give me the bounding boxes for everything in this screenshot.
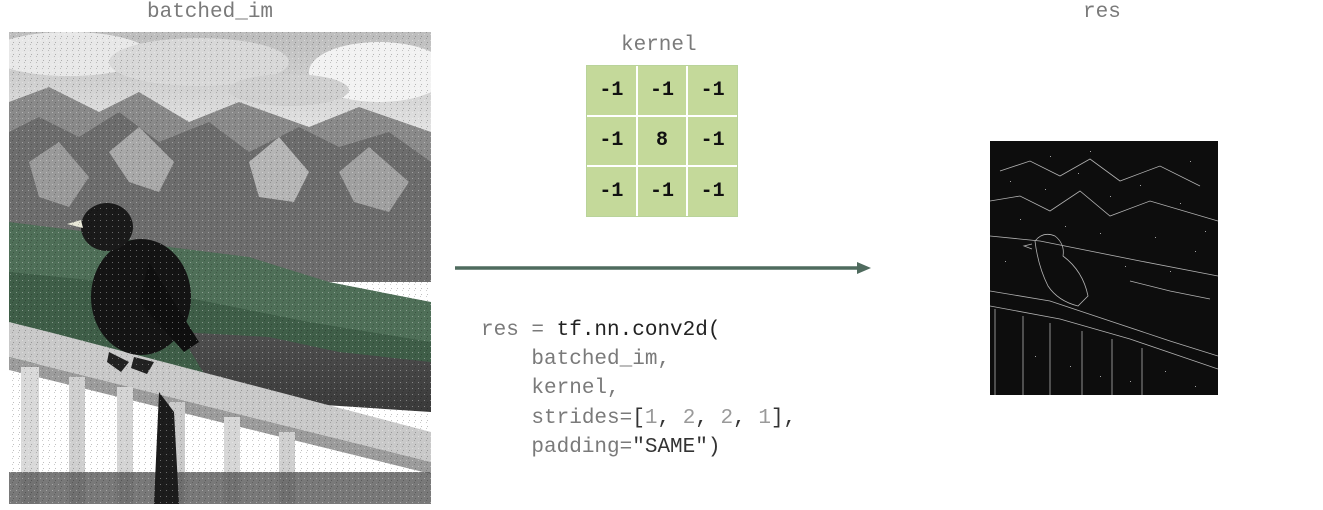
code-assign-op: = [518, 319, 557, 342]
code-arg-kernel: kernel, [531, 377, 620, 401]
code-bracket-open: [ [632, 406, 645, 430]
input-image-title: batched_im [147, 1, 274, 24]
code-result-var: res [481, 319, 519, 342]
code-stride-value: 2 [720, 406, 734, 430]
code-arg-input: batched_im, [531, 348, 671, 372]
code-function-call: tf.nn.conv2d( [556, 319, 721, 342]
code-line-5: padding="SAME") [481, 436, 720, 459]
kernel-cell-center: 8 [637, 116, 687, 166]
right-arrow-icon [455, 262, 871, 274]
kernel-matrix: -1 -1 -1 -1 8 -1 -1 -1 -1 [586, 65, 738, 217]
code-snippet: res = tf.nn.conv2d( batched_im, kernel, … [481, 316, 796, 462]
kernel-cell: -1 [688, 116, 737, 166]
kernel-cell: -1 [587, 167, 636, 216]
kernel-cell: -1 [637, 66, 687, 115]
kernel-title: kernel [621, 34, 697, 57]
kernel-cell: -1 [587, 116, 636, 166]
kernel-cell: -1 [637, 167, 687, 216]
code-bracket-close: ], [770, 406, 797, 430]
code-line-4: strides=[1, 2, 2, 1], [531, 406, 797, 430]
code-paren-close: ) [707, 435, 721, 459]
code-padding-kw: padding= [531, 435, 633, 459]
code-line-1: res = tf.nn.conv2d( [481, 319, 720, 342]
code-padding-value: "SAME" [632, 435, 708, 459]
input-photo [9, 32, 431, 504]
kernel-cell: -1 [587, 66, 636, 115]
code-stride-value: 1 [758, 406, 771, 430]
code-strides-kw: strides= [531, 406, 633, 430]
output-photo [990, 141, 1218, 395]
code-stride-value: 2 [682, 406, 696, 430]
code-line-3: kernel, [481, 377, 620, 401]
kernel-cell: -1 [688, 66, 737, 115]
code-stride-value: 1 [644, 406, 658, 430]
output-image-title: res [1083, 1, 1121, 24]
kernel-cell: -1 [688, 167, 737, 216]
code-line-2: batched_im, [481, 348, 670, 371]
